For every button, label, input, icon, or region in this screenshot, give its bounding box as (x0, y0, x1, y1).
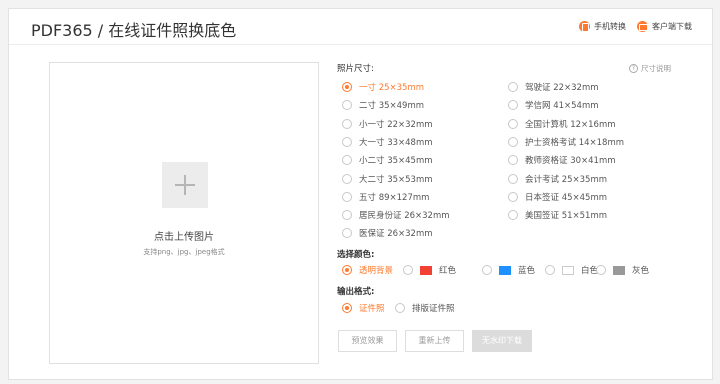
radio-button[interactable] (508, 210, 518, 221)
radio-button[interactable] (508, 155, 518, 166)
color-option[interactable]: 蓝色 (482, 264, 535, 276)
size-option[interactable]: 五寸 89×127mm (342, 191, 429, 203)
radio-button[interactable] (342, 173, 352, 184)
radio-button[interactable] (508, 100, 518, 111)
size-option-label: 会计考试 25×35mm (525, 174, 608, 185)
size-option-label: 医保证 26×32mm (359, 229, 433, 240)
size-option[interactable]: 教师资格证 30×41mm (508, 154, 616, 166)
size-option-label: 五寸 89×127mm (359, 192, 430, 203)
size-option[interactable]: 全国计算机 12×16mm (508, 118, 616, 130)
radio-button[interactable] (508, 118, 518, 129)
client-download-label: 客户端下载 (652, 22, 692, 31)
question-icon: ? (629, 64, 638, 73)
color-option[interactable]: 白色 (545, 264, 598, 276)
radio-button[interactable] (596, 265, 606, 275)
radio-button[interactable] (342, 210, 352, 221)
size-option[interactable]: 会计考试 25×35mm (508, 173, 607, 185)
size-option-label: 学信网 41×54mm (525, 101, 599, 112)
format-label: 输出格式: (337, 287, 375, 297)
color-option-label: 灰色 (632, 266, 650, 276)
radio-button[interactable] (545, 265, 555, 275)
color-swatch (613, 265, 625, 275)
size-option-label: 日本签证 45×45mm (525, 192, 608, 203)
size-option-label: 美国签证 51×51mm (525, 211, 608, 222)
radio-button[interactable] (403, 265, 413, 275)
size-option[interactable]: 医保证 26×32mm (342, 227, 433, 239)
color-label: 选择颜色: (337, 250, 375, 260)
color-option-label: 蓝色 (518, 266, 536, 276)
radio-button[interactable] (508, 173, 518, 184)
size-option[interactable]: 日本签证 45×45mm (508, 191, 607, 203)
main-panel: PDF365 / 在线证件照换底色 手机转换 客户端下载 点击上传图片 支持pn… (8, 8, 713, 380)
plus-icon[interactable] (162, 162, 208, 208)
phone-icon (579, 21, 590, 32)
size-help-link[interactable]: ? 尺寸说明 (629, 63, 671, 74)
size-help-label: 尺寸说明 (641, 64, 671, 73)
radio-button[interactable] (342, 100, 352, 111)
radio-button[interactable] (508, 136, 518, 147)
radio-button[interactable] (395, 303, 405, 313)
size-option-label: 一寸 25×35mm (359, 83, 425, 93)
size-option[interactable]: 小二寸 35×45mm (342, 154, 433, 166)
color-option-label: 红色 (439, 266, 457, 276)
color-swatch (420, 265, 432, 275)
radio-button[interactable] (342, 228, 352, 239)
client-download-link[interactable]: 客户端下载 (637, 21, 692, 32)
format-option-label: 排版证件照 (412, 304, 455, 314)
mobile-convert-label: 手机转换 (594, 22, 626, 31)
header: PDF365 / 在线证件照换底色 手机转换 客户端下载 (9, 9, 712, 45)
color-option[interactable]: 透明背景 (342, 264, 393, 276)
radio-button[interactable] (342, 191, 352, 202)
preview-button[interactable]: 预览效果 (338, 330, 397, 352)
size-option[interactable]: 护士资格考试 14×18mm (508, 136, 624, 148)
color-option[interactable]: 红色 (403, 264, 456, 276)
radio-button[interactable] (342, 265, 352, 275)
size-option[interactable]: 小一寸 22×32mm (342, 118, 433, 130)
size-option-label: 驾驶证 22×32mm (525, 83, 599, 93)
size-option[interactable]: 大二寸 35×53mm (342, 173, 433, 185)
format-option[interactable]: 排版证件照 (395, 302, 455, 314)
radio-button[interactable] (508, 82, 518, 92)
size-option[interactable]: 美国签证 51×51mm (508, 209, 607, 221)
size-option-label: 全国计算机 12×16mm (525, 119, 616, 130)
color-swatch (562, 265, 574, 275)
radio-button[interactable] (342, 303, 352, 313)
size-option-label: 小一寸 22×32mm (359, 119, 433, 130)
upload-area[interactable]: 点击上传图片 支持png、jpg、jpeg格式 (49, 62, 319, 364)
download-button[interactable]: 无水印下载 (472, 330, 532, 352)
size-option-label: 大二寸 35×53mm (359, 174, 433, 185)
size-option-label: 大一寸 33×48mm (359, 137, 433, 148)
size-option-label: 二寸 35×49mm (359, 101, 425, 112)
format-option[interactable]: 证件照 (342, 302, 385, 314)
color-option[interactable]: 灰色 (596, 264, 649, 276)
size-option-label: 小二寸 35×45mm (359, 156, 433, 167)
radio-button[interactable] (342, 155, 352, 166)
size-option[interactable]: 学信网 41×54mm (508, 99, 599, 111)
radio-button[interactable] (342, 136, 352, 147)
color-swatch (499, 265, 511, 275)
size-option-label: 护士资格考试 14×18mm (525, 137, 625, 148)
reupload-button[interactable]: 重新上传 (405, 330, 464, 352)
radio-button[interactable] (342, 118, 352, 129)
color-option-label: 透明背景 (359, 266, 394, 276)
size-option-label: 教师资格证 30×41mm (525, 156, 616, 167)
size-option[interactable]: 居民身份证 26×32mm (342, 209, 450, 221)
desktop-icon (637, 21, 648, 32)
radio-button[interactable] (508, 191, 518, 202)
mobile-convert-link[interactable]: 手机转换 (579, 21, 626, 32)
page-title: PDF365 / 在线证件照换底色 (31, 21, 237, 40)
upload-hint: 支持png、jpg、jpeg格式 (143, 248, 225, 256)
size-label: 照片尺寸: (337, 64, 374, 74)
size-option[interactable]: 大一寸 33×48mm (342, 136, 433, 148)
size-option[interactable]: 驾驶证 22×32mm (508, 81, 599, 93)
radio-button[interactable] (342, 82, 352, 92)
size-option-label: 居民身份证 26×32mm (359, 211, 450, 222)
radio-button[interactable] (482, 265, 492, 275)
format-option-label: 证件照 (359, 304, 385, 314)
upload-label[interactable]: 点击上传图片 (50, 228, 318, 243)
size-option[interactable]: 二寸 35×49mm (342, 99, 424, 111)
size-option[interactable]: 一寸 25×35mm (342, 81, 424, 93)
